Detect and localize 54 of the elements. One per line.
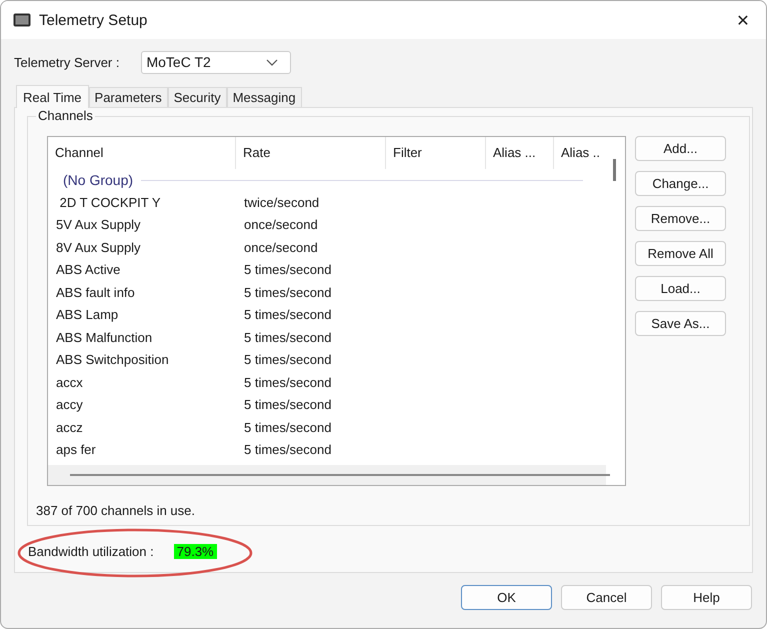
table-cell-text: 5 times/second bbox=[243, 442, 332, 458]
vertical-scroll-thumb[interactable] bbox=[613, 159, 616, 181]
table-cell-text: 5 times/second bbox=[243, 330, 332, 345]
column-header[interactable]: Alias .. bbox=[554, 137, 606, 169]
table-cell-text: accx bbox=[55, 374, 84, 390]
table-cell-text: 5V Aux Supply bbox=[55, 217, 142, 232]
column-header[interactable]: Rate bbox=[236, 137, 386, 169]
table-cell-text: 5 times/second bbox=[243, 374, 332, 390]
action-button[interactable]: Add... bbox=[635, 136, 726, 161]
window-icon bbox=[13, 13, 31, 27]
action-button[interactable]: Change... bbox=[635, 171, 726, 196]
dialog-button[interactable]: Help bbox=[661, 585, 752, 610]
table-cell-text: 5 times/second bbox=[243, 284, 332, 300]
tab[interactable]: Parameters bbox=[88, 87, 168, 107]
table-cell-text: 5 times/second bbox=[243, 262, 332, 278]
table-cell-text: once/second bbox=[243, 240, 319, 255]
server-label: Telemetry Server : bbox=[14, 54, 120, 70]
table-cell-text: once/second bbox=[243, 217, 319, 232]
group-title: Channels bbox=[36, 108, 95, 123]
tab[interactable]: Messaging bbox=[226, 87, 302, 107]
window-title: Telemetry Setup bbox=[39, 12, 148, 28]
table-cell-text: aps fer bbox=[55, 442, 97, 458]
group-header: (No Group) bbox=[63, 172, 134, 188]
tab[interactable]: Real Time bbox=[16, 85, 89, 108]
bandwidth-value: 79.3% bbox=[174, 544, 217, 559]
table-cell-text: 2D T COCKPIT Y bbox=[58, 194, 162, 210]
table-cell-text: ABS Active bbox=[55, 262, 122, 278]
table-cell-text: 5 times/second bbox=[243, 397, 332, 412]
bandwidth-label: Bandwidth utilization : bbox=[28, 544, 154, 559]
action-button[interactable]: Remove All bbox=[635, 241, 726, 266]
table-cell-text: 5 times/second bbox=[243, 420, 332, 435]
usage-text: 387 of 700 channels in use. bbox=[36, 503, 196, 518]
server-dropdown[interactable]: MoTeC T2 bbox=[141, 50, 292, 74]
table-cell-text: accy bbox=[55, 397, 84, 412]
close-button[interactable]: ✕ bbox=[720, 1, 766, 39]
table-cell-text: ABS Malfunction bbox=[55, 330, 154, 345]
action-button[interactable]: Load... bbox=[635, 276, 726, 301]
table-cell-text: twice/second bbox=[243, 194, 320, 210]
table-cell-text: 5 times/second bbox=[243, 352, 332, 368]
table-cell-text: 8V Aux Supply bbox=[55, 240, 142, 255]
action-button[interactable]: Save As... bbox=[635, 311, 726, 336]
table-cell-text: accz bbox=[55, 420, 84, 435]
table-cell-text: ABS Switchposition bbox=[55, 352, 170, 368]
action-button[interactable]: Remove... bbox=[635, 206, 726, 231]
dialog-button[interactable]: OK bbox=[461, 585, 552, 610]
table-cell-text: ABS Lamp bbox=[55, 307, 120, 322]
table-cell-text: ABS fault info bbox=[55, 284, 136, 300]
tab[interactable]: Security bbox=[168, 87, 227, 107]
column-header[interactable]: Filter bbox=[386, 137, 486, 169]
chevron-icon bbox=[266, 58, 278, 66]
dialog-button[interactable]: Cancel bbox=[561, 585, 652, 610]
table-cell-text: 5 times/second bbox=[243, 307, 332, 322]
column-header[interactable]: Channel bbox=[48, 137, 236, 169]
column-header[interactable]: Alias ... bbox=[486, 137, 554, 169]
